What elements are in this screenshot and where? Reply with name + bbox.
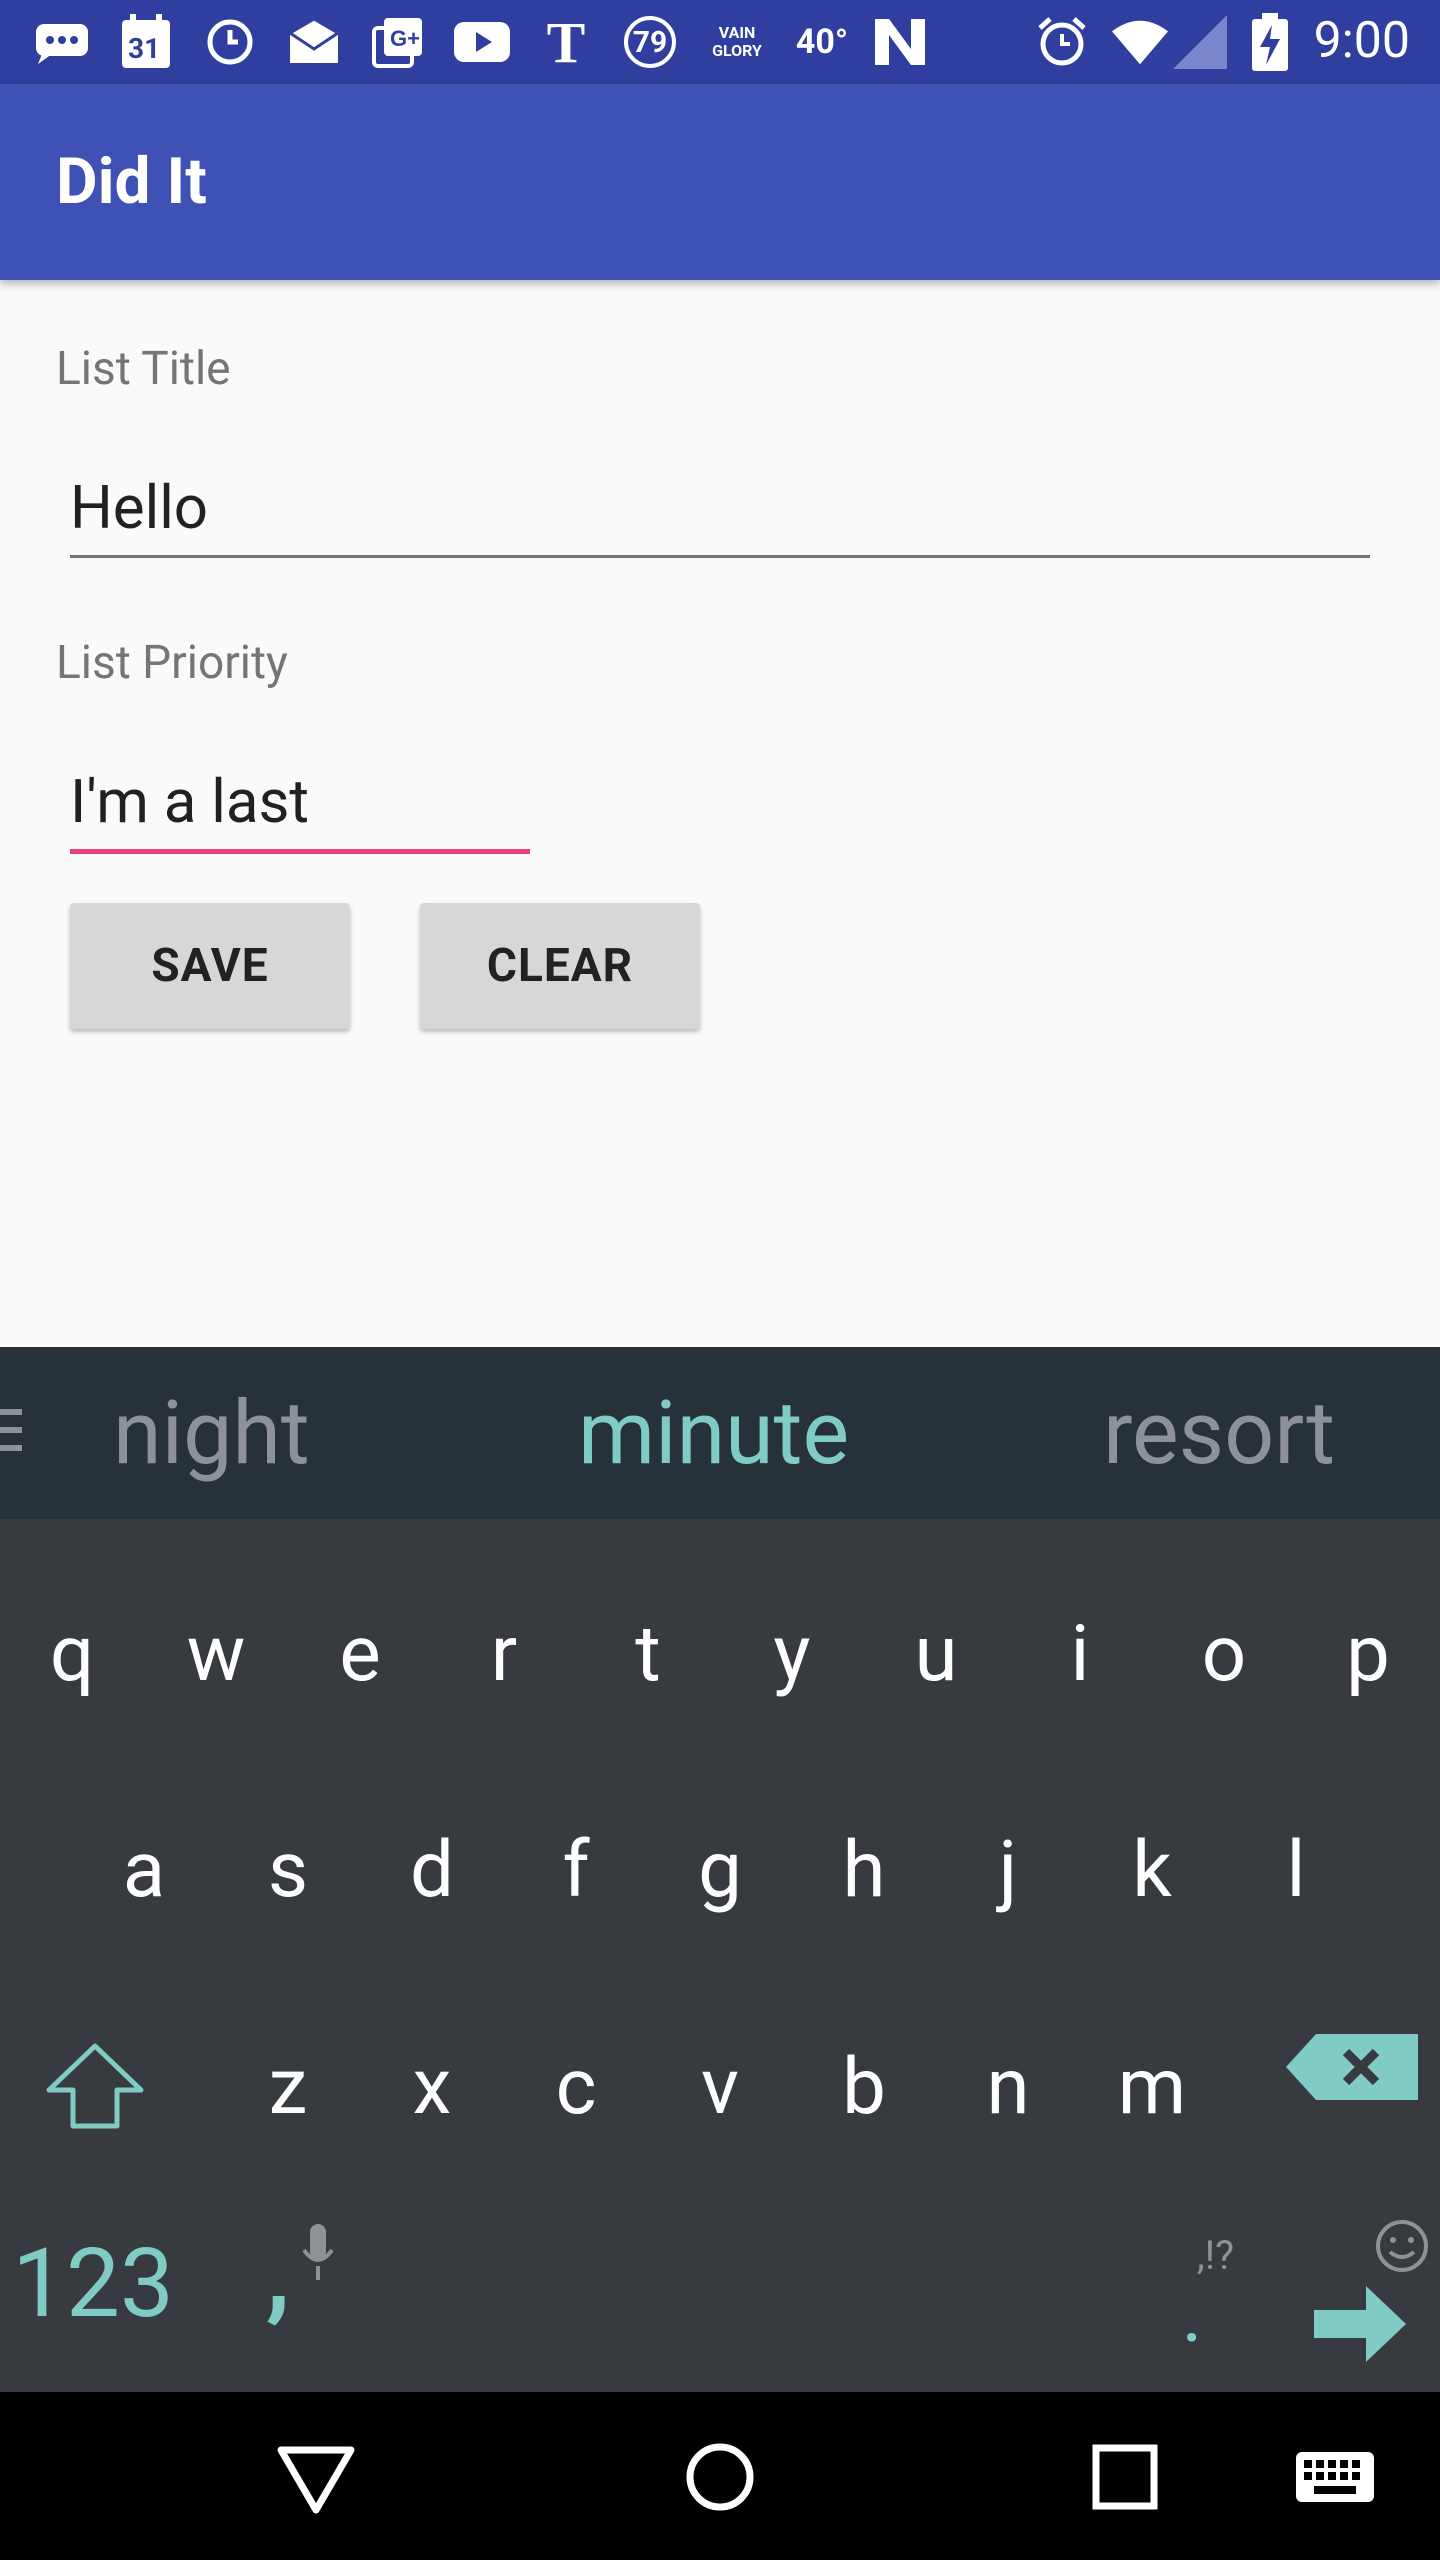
key-u[interactable]: u xyxy=(864,1564,1008,1744)
temperature-icon: 40° xyxy=(795,22,849,62)
key-p[interactable]: p xyxy=(1296,1564,1440,1744)
key-q[interactable]: q xyxy=(0,1564,144,1744)
app-bar: Did It xyxy=(0,84,1440,280)
key-r[interactable]: r xyxy=(432,1564,576,1744)
suggestion-center[interactable]: minute xyxy=(578,1382,849,1485)
n-icon xyxy=(872,14,928,70)
key-d[interactable]: d xyxy=(360,1780,504,1960)
list-title-underline xyxy=(70,555,1370,558)
enter-arrow-icon xyxy=(1314,2286,1406,2362)
key-o[interactable]: o xyxy=(1152,1564,1296,1744)
microphone-icon xyxy=(302,2224,334,2280)
key-k[interactable]: k xyxy=(1080,1780,1224,1960)
suggestion-menu-icon[interactable] xyxy=(0,1409,22,1451)
youtube-icon xyxy=(454,14,510,70)
list-priority-label: List Priority xyxy=(56,636,288,690)
comma-key[interactable]: , xyxy=(206,2194,350,2374)
spacebar[interactable] xyxy=(350,2194,1130,2374)
back-icon[interactable] xyxy=(271,2432,361,2522)
battery-charging-icon xyxy=(1242,13,1298,71)
save-button[interactable]: SAVE xyxy=(70,903,350,1029)
emoji-icon xyxy=(1376,2220,1428,2272)
list-priority-input[interactable]: I'm a last xyxy=(70,766,309,837)
key-e[interactable]: e xyxy=(288,1564,432,1744)
soft-keyboard: night minute resort q w e r t y u i o p … xyxy=(0,1347,1440,2392)
shift-icon xyxy=(46,2043,144,2129)
suggestion-left[interactable]: night xyxy=(113,1382,310,1485)
keyboard-icon[interactable] xyxy=(1290,2432,1380,2522)
status-bar: 31 G+ T 79 VAIN GLORY 40° 9:00 xyxy=(0,0,1440,84)
calendar-day: 31 xyxy=(128,32,161,65)
suggestion-right[interactable]: resort xyxy=(1103,1382,1335,1485)
key-a[interactable]: a xyxy=(72,1780,216,1960)
key-w[interactable]: w xyxy=(144,1564,288,1744)
suggestion-strip: night minute resort xyxy=(0,1347,1440,1519)
period-key[interactable]: ,!? . xyxy=(1120,2194,1264,2374)
wifi-icon xyxy=(1112,14,1168,70)
system-nav-bar xyxy=(0,2392,1440,2560)
calendar-icon: 31 xyxy=(118,14,174,70)
list-title-label: List Title xyxy=(56,342,231,396)
vainglory-icon: VAIN GLORY xyxy=(712,23,762,60)
shift-key[interactable] xyxy=(20,1997,170,2177)
key-m[interactable]: m xyxy=(1080,1997,1224,2177)
t-mobile-icon: T xyxy=(546,9,586,75)
svg-text:G+: G+ xyxy=(390,26,420,51)
key-i[interactable]: i xyxy=(1008,1564,1152,1744)
enter-key[interactable] xyxy=(1272,2194,1440,2374)
list-priority-underline xyxy=(70,849,530,854)
messages-icon xyxy=(34,14,90,70)
key-v[interactable]: v xyxy=(648,1997,792,2177)
clock-time: 9:00 xyxy=(1313,12,1410,70)
list-title-input[interactable]: Hello xyxy=(70,472,208,543)
signal-icon xyxy=(1172,14,1228,70)
key-l[interactable]: l xyxy=(1224,1780,1368,1960)
app-title: Did It xyxy=(56,144,207,219)
home-icon[interactable] xyxy=(675,2432,765,2522)
clear-button[interactable]: CLEAR xyxy=(420,903,700,1029)
key-z[interactable]: z xyxy=(216,1997,360,2177)
key-s[interactable]: s xyxy=(216,1780,360,1960)
alarm-icon xyxy=(1034,14,1090,70)
clock-icon xyxy=(202,14,258,70)
key-f[interactable]: f xyxy=(504,1780,648,1960)
backspace-key[interactable] xyxy=(1272,1977,1432,2157)
email-icon xyxy=(286,14,342,70)
period-label: . xyxy=(1181,2267,1203,2361)
recents-icon[interactable] xyxy=(1080,2432,1170,2522)
key-b[interactable]: b xyxy=(792,1997,936,2177)
key-y[interactable]: y xyxy=(720,1564,864,1744)
key-j[interactable]: j xyxy=(936,1780,1080,1960)
key-n[interactable]: n xyxy=(936,1997,1080,2177)
key-x[interactable]: x xyxy=(360,1997,504,2177)
google-plus-icon: G+ xyxy=(370,14,426,70)
backspace-icon xyxy=(1286,2034,1418,2100)
numbers-key[interactable]: 123 xyxy=(0,2194,186,2374)
key-h[interactable]: h xyxy=(792,1780,936,1960)
key-c[interactable]: c xyxy=(504,1997,648,2177)
comma-label: , xyxy=(265,2215,291,2333)
badge-79-icon: 79 xyxy=(622,14,678,70)
key-t[interactable]: t xyxy=(576,1564,720,1744)
key-g[interactable]: g xyxy=(648,1780,792,1960)
